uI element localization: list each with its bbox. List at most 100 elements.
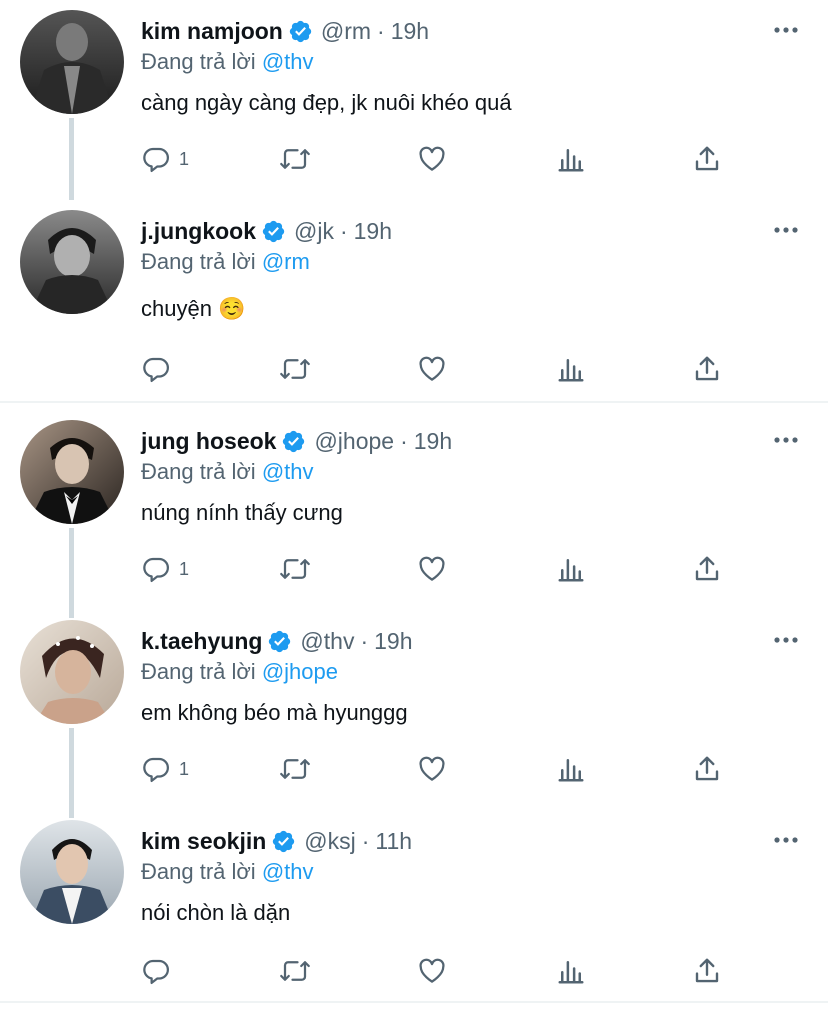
like-button[interactable] xyxy=(416,754,448,784)
like-button[interactable] xyxy=(416,144,448,174)
reply-button[interactable]: 1 xyxy=(141,554,189,584)
display-name[interactable]: jung hoseok xyxy=(141,428,276,455)
heart-icon xyxy=(419,958,445,983)
share-button[interactable] xyxy=(692,956,722,986)
more-options-icon[interactable] xyxy=(772,216,800,244)
retweet-icon xyxy=(280,359,310,379)
avatar[interactable] xyxy=(20,10,124,114)
replying-to: Đang trả lời @jhope xyxy=(141,659,338,685)
tweet-header: j.jungkook @jk · 19h xyxy=(141,214,392,248)
views-button[interactable] xyxy=(556,754,586,784)
timestamp[interactable]: 19h xyxy=(414,428,452,455)
views-button[interactable] xyxy=(556,956,586,986)
display-name[interactable]: kim seokjin xyxy=(141,828,266,855)
more-options-icon[interactable] xyxy=(772,826,800,854)
reply-mention-link[interactable]: @thv xyxy=(262,49,314,74)
display-name[interactable]: kim namjoon xyxy=(141,18,283,45)
reply-button[interactable] xyxy=(141,354,179,384)
separator-dot: · xyxy=(400,427,408,454)
tweet[interactable]: jung hoseok @jhope · 19h Đang trả lời @t… xyxy=(0,410,828,618)
reply-button[interactable]: 1 xyxy=(141,754,189,784)
avatar[interactable] xyxy=(20,620,124,724)
verified-badge-icon xyxy=(261,219,286,244)
display-name[interactable]: k.taehyung xyxy=(141,628,262,655)
display-name[interactable]: j.jungkook xyxy=(141,218,256,245)
heart-icon xyxy=(419,756,445,781)
like-button[interactable] xyxy=(416,956,448,986)
separator-dot: · xyxy=(339,217,348,244)
separator-dot: · xyxy=(377,17,385,44)
avatar[interactable] xyxy=(20,420,124,524)
like-button[interactable] xyxy=(416,354,448,384)
share-button[interactable] xyxy=(692,144,722,174)
retweet-icon xyxy=(280,759,310,779)
reply-count: 1 xyxy=(179,758,190,779)
reply-icon xyxy=(143,147,169,172)
bar-chart-icon xyxy=(558,759,584,782)
thread-line xyxy=(69,728,74,818)
retweet-icon xyxy=(280,559,310,579)
share-button[interactable] xyxy=(692,754,722,784)
user-handle[interactable]: @jhope xyxy=(314,428,394,455)
reply-count: 1 xyxy=(179,558,190,579)
replying-to-label: Đang trả lời xyxy=(141,249,256,274)
more-options-icon[interactable] xyxy=(772,426,800,454)
retweet-button[interactable] xyxy=(278,956,312,986)
timestamp[interactable]: 19h xyxy=(374,628,412,655)
heart-icon xyxy=(419,356,445,381)
retweet-button[interactable] xyxy=(278,144,312,174)
thread-divider xyxy=(0,1001,828,1003)
reply-mention-link[interactable]: @rm xyxy=(262,249,310,274)
user-handle[interactable]: @ksj xyxy=(304,828,355,855)
more-options-icon[interactable] xyxy=(772,16,800,44)
thread-line xyxy=(69,528,74,618)
separator-dot: · xyxy=(361,827,370,854)
share-button[interactable] xyxy=(692,354,722,384)
tweet-header: jung hoseok @jhope · 19h xyxy=(141,424,452,458)
views-button[interactable] xyxy=(556,354,586,384)
reply-button[interactable] xyxy=(141,956,179,986)
share-icon xyxy=(695,356,719,381)
views-button[interactable] xyxy=(556,554,586,584)
more-options-icon[interactable] xyxy=(772,626,800,654)
timestamp[interactable]: 19h xyxy=(391,18,429,45)
reply-icon xyxy=(143,757,169,782)
share-icon xyxy=(695,756,719,781)
retweet-button[interactable] xyxy=(278,354,312,384)
retweet-button[interactable] xyxy=(278,754,312,784)
retweet-button[interactable] xyxy=(278,554,312,584)
reply-mention-link[interactable]: @jhope xyxy=(262,659,338,684)
tweet-header: kim seokjin @ksj · 11h xyxy=(141,824,412,858)
retweet-icon xyxy=(280,961,310,981)
tweet-text: núng nính thấy cưng xyxy=(141,500,343,525)
user-handle[interactable]: @jk xyxy=(294,218,334,245)
views-button[interactable] xyxy=(556,144,586,174)
tweet-text: chuyện ☺️ xyxy=(141,296,246,321)
like-button[interactable] xyxy=(416,554,448,584)
reply-icon xyxy=(143,959,169,984)
share-icon xyxy=(695,146,719,171)
replying-to-label: Đang trả lời xyxy=(141,659,256,684)
share-icon xyxy=(695,958,719,983)
tweet[interactable]: kim namjoon @rm · 19h Đang trả lời @thv … xyxy=(0,0,828,200)
reply-mention-link[interactable]: @thv xyxy=(262,859,314,884)
tweet[interactable]: k.taehyung @thv · 19h Đang trả lời @jhop… xyxy=(0,610,828,818)
thread-divider xyxy=(0,401,828,403)
retweet-icon xyxy=(280,149,310,169)
verified-badge-icon xyxy=(267,629,292,654)
user-handle[interactable]: @rm xyxy=(321,18,371,45)
reply-mention-link[interactable]: @thv xyxy=(262,459,314,484)
user-handle[interactable]: @thv xyxy=(300,628,354,655)
share-button[interactable] xyxy=(692,554,722,584)
replying-to: Đang trả lời @thv xyxy=(141,49,314,75)
timestamp[interactable]: 19h xyxy=(354,218,392,245)
tweet[interactable]: j.jungkook @jk · 19h Đang trả lời @rm ch… xyxy=(0,200,828,400)
timestamp[interactable]: 11h xyxy=(375,828,412,855)
avatar[interactable] xyxy=(20,210,124,314)
separator-dot: · xyxy=(360,627,369,654)
share-icon xyxy=(695,556,719,581)
tweet[interactable]: kim seokjin @ksj · 11h Đang trả lời @thv… xyxy=(0,810,828,1010)
reply-button[interactable]: 1 xyxy=(141,144,189,174)
avatar[interactable] xyxy=(20,820,124,924)
replying-to: Đang trả lời @thv xyxy=(141,459,314,485)
